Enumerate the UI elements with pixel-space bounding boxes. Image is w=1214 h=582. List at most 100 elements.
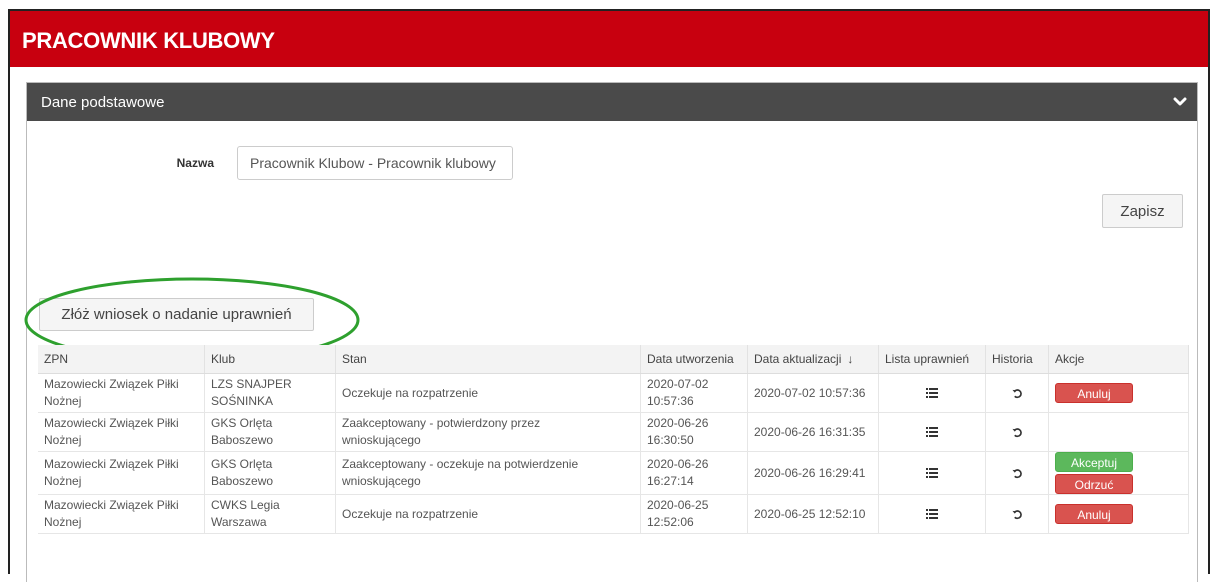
chevron-down-icon[interactable] (1173, 95, 1187, 109)
header-bar: PRACOWNIK KLUBOWY (10, 11, 1208, 67)
cell-created: 2020-06-26 16:27:14 (640, 451, 748, 495)
klub-line1: GKS Orlęta (211, 416, 273, 430)
panel-header[interactable]: Dane podstawowe (27, 83, 1197, 121)
table-row: Mazowiecki Związek Piłki Nożnej GKS Orlęt… (38, 412, 1189, 452)
stan-line1: Zaakceptowany - oczekuje na potwierdzeni… (342, 457, 579, 471)
anuluj-button[interactable]: Anuluj (1055, 504, 1133, 524)
cell-klub: CWKS Legia Warszawa (204, 494, 336, 534)
requests-table: ZPN Klub Stan Data utworzenia Data aktua… (38, 345, 1189, 534)
stan-line1: Zaakceptowany - potwierdzony przez (342, 416, 541, 430)
cell-permissions (878, 494, 986, 534)
list-icon[interactable] (926, 427, 938, 438)
cell-updated: 2020-07-02 10:57:36 (747, 373, 879, 413)
created-date: 2020-06-26 (647, 457, 709, 471)
cell-permissions (878, 451, 986, 495)
zpn-line1: Mazowiecki Związek Piłki (44, 416, 179, 430)
col-zpn[interactable]: ZPN (38, 345, 205, 374)
cell-created: 2020-06-26 16:30:50 (640, 412, 748, 452)
klub-line1: LZS SNAJPER (211, 377, 292, 391)
klub-line2: Baboszewo (211, 474, 274, 488)
cell-permissions (878, 373, 986, 413)
zpn-line2: Nożnej (44, 433, 82, 447)
cell-history (985, 451, 1049, 495)
table-row: Mazowiecki Związek Piłki Nożnej LZS SNAJP… (38, 373, 1189, 413)
cell-created: 2020-07-02 10:57:36 (640, 373, 748, 413)
list-icon[interactable] (926, 509, 938, 520)
table-header-row: ZPN Klub Stan Data utworzenia Data aktua… (38, 345, 1189, 374)
history-icon[interactable] (1011, 468, 1023, 479)
klub-line2: SOŚNINKA (211, 394, 274, 408)
cell-stan: Oczekuje na rozpatrzenie (335, 373, 641, 413)
zpn-line1: Mazowiecki Związek Piłki (44, 377, 179, 391)
created-time: 16:30:50 (647, 433, 694, 447)
cell-history (985, 373, 1049, 413)
cell-actions: Anuluj (1048, 373, 1189, 413)
cell-zpn: Mazowiecki Związek Piłki Nożnej (38, 451, 205, 495)
col-updated[interactable]: Data aktualizacji ↓ (747, 345, 879, 374)
name-input[interactable] (237, 146, 513, 180)
list-icon[interactable] (926, 388, 938, 399)
created-date: 2020-06-25 (647, 498, 709, 512)
cell-zpn: Mazowiecki Związek Piłki Nożnej (38, 373, 205, 413)
page-title: PRACOWNIK KLUBOWY (22, 28, 275, 53)
klub-line2: Baboszewo (211, 433, 274, 447)
cell-created: 2020-06-25 12:52:06 (640, 494, 748, 534)
cell-actions (1048, 412, 1189, 452)
cell-actions: Akceptuj Odrzuć (1048, 451, 1189, 495)
created-date: 2020-07-02 (647, 377, 709, 391)
history-icon[interactable] (1011, 509, 1023, 520)
zpn-line2: Nożnej (44, 394, 82, 408)
klub-line1: GKS Orlęta (211, 457, 273, 471)
col-history[interactable]: Historia (985, 345, 1049, 374)
stan-line1: Oczekuje na rozpatrzenie (342, 506, 479, 521)
klub-line2: Warszawa (211, 515, 267, 529)
col-stan[interactable]: Stan (335, 345, 641, 374)
cell-permissions (878, 412, 986, 452)
created-time: 12:52:06 (647, 515, 694, 529)
stan-line2: wnioskującego (342, 474, 421, 488)
cell-updated: 2020-06-26 16:29:41 (747, 451, 879, 495)
cell-klub: GKS Orlęta Baboszewo (204, 451, 336, 495)
cell-klub: LZS SNAJPER SOŚNINKA (204, 373, 336, 413)
zpn-line2: Nożnej (44, 515, 82, 529)
col-klub[interactable]: Klub (204, 345, 336, 374)
stan-line1: Oczekuje na rozpatrzenie (342, 385, 479, 400)
name-label: Nazwa (176, 156, 214, 170)
zpn-line1: Mazowiecki Związek Piłki (44, 498, 179, 512)
cell-history (985, 494, 1049, 534)
app-window: PRACOWNIK KLUBOWY Dane podstawowe Nazwa … (8, 9, 1210, 582)
stan-line2: wnioskującego (342, 433, 421, 447)
created-time: 16:27:14 (647, 474, 694, 488)
cell-zpn: Mazowiecki Związek Piłki Nożnej (38, 412, 205, 452)
zpn-line1: Mazowiecki Związek Piłki (44, 457, 179, 471)
anuluj-button[interactable]: Anuluj (1055, 383, 1133, 403)
col-actions[interactable]: Akcje (1048, 345, 1189, 374)
sort-desc-icon[interactable]: ↓ (847, 352, 853, 366)
col-permissions[interactable]: Lista uprawnień (878, 345, 986, 374)
zpn-line2: Nożnej (44, 474, 82, 488)
panel-title: Dane podstawowe (41, 94, 165, 111)
cell-stan: Zaakceptowany - potwierdzony przez wniosk… (335, 412, 641, 452)
akceptuj-button[interactable]: Akceptuj (1055, 452, 1133, 472)
save-button[interactable]: Zapisz (1102, 194, 1183, 228)
klub-line1: CWKS Legia (211, 498, 280, 512)
odrzu-button[interactable]: Odrzuć (1055, 474, 1133, 494)
cell-klub: GKS Orlęta Baboszewo (204, 412, 336, 452)
cell-updated: 2020-06-26 16:31:35 (747, 412, 879, 452)
list-icon[interactable] (926, 468, 938, 479)
cell-actions: Anuluj (1048, 494, 1189, 534)
history-icon[interactable] (1011, 427, 1023, 438)
basic-data-panel: Dane podstawowe Nazwa Zapisz Złóż wniose… (24, 82, 1198, 582)
cell-updated: 2020-06-25 12:52:10 (747, 494, 879, 534)
request-permissions-button[interactable]: Złóż wniosek o nadanie uprawnień (39, 298, 314, 331)
cell-stan: Oczekuje na rozpatrzenie (335, 494, 641, 534)
cell-history (985, 412, 1049, 452)
cell-zpn: Mazowiecki Związek Piłki Nożnej (38, 494, 205, 534)
table-row: Mazowiecki Związek Piłki Nożnej CWKS Legi… (38, 494, 1189, 534)
col-created[interactable]: Data utworzenia (640, 345, 748, 374)
table-row: Mazowiecki Związek Piłki Nożnej GKS Orlęt… (38, 451, 1189, 495)
created-time: 10:57:36 (647, 394, 694, 408)
history-icon[interactable] (1011, 388, 1023, 399)
col-updated-label: Data aktualizacji (754, 352, 842, 366)
table-body: Mazowiecki Związek Piłki Nożnej LZS SNAJP… (38, 373, 1189, 534)
